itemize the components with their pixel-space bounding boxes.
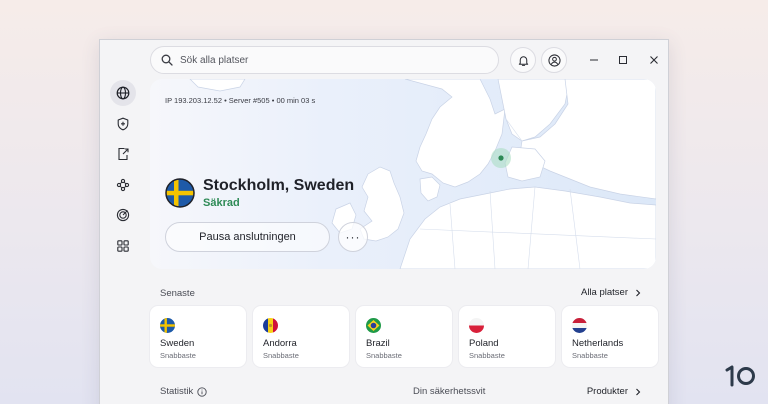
- chevron-right-icon: [636, 289, 641, 296]
- recent-location-card[interactable]: Brazil Snabbaste: [356, 306, 452, 367]
- brand-logo: [725, 365, 755, 387]
- location-name: Poland: [469, 338, 499, 349]
- radar-icon: [116, 208, 130, 222]
- sweden-flag-icon: [160, 318, 175, 333]
- sidebar-item-split-tunneling[interactable]: [110, 141, 136, 167]
- sidebar-item-threat-protection[interactable]: [110, 111, 136, 137]
- sidebar-item-meshnet[interactable]: [110, 172, 136, 198]
- account-icon: [547, 53, 561, 67]
- close-icon: [650, 56, 658, 64]
- app-window: Sök alla platser IP 193.203.12.52 • Serv…: [99, 39, 669, 404]
- connection-status: Säkrad: [203, 197, 240, 209]
- location-pin[interactable]: [498, 155, 504, 161]
- brazil-flag-icon: [366, 318, 381, 333]
- sidebar-item-dark-web-monitor[interactable]: [110, 202, 136, 228]
- all-locations-label: Alla platser: [581, 287, 628, 298]
- search-icon: [161, 54, 173, 66]
- location-subtitle: Snabbaste: [160, 351, 196, 360]
- close-button[interactable]: [646, 52, 662, 68]
- security-suite-heading: Din säkerhetssvit: [413, 386, 486, 397]
- products-link[interactable]: Produkter: [587, 386, 642, 397]
- sidebar-item-locations[interactable]: [110, 80, 136, 106]
- search-input[interactable]: Sök alla platser: [150, 46, 499, 74]
- shield-plus-icon: [117, 117, 129, 130]
- recent-location-card[interactable]: Poland Snabbaste: [459, 306, 555, 367]
- andorra-flag-icon: [263, 318, 278, 333]
- sidebar-item-apps[interactable]: [110, 233, 136, 259]
- notifications-button[interactable]: [510, 47, 536, 73]
- statistics-label: Statistik: [160, 386, 194, 397]
- statistics-heading: Statistik: [160, 386, 207, 397]
- info-icon[interactable]: [197, 386, 207, 397]
- sidebar: [110, 80, 140, 263]
- recent-location-card[interactable]: Andorra Snabbaste: [253, 306, 349, 367]
- sweden-flag-icon: [165, 178, 195, 208]
- pause-connection-button[interactable]: Pausa anslutningen: [165, 222, 330, 252]
- globe-icon: [116, 86, 130, 100]
- minimize-icon: [590, 59, 598, 61]
- location-name: Sweden: [160, 338, 195, 349]
- maximize-button[interactable]: [615, 52, 631, 68]
- file-export-icon: [118, 147, 129, 161]
- search-placeholder: Sök alla platser: [180, 54, 249, 66]
- location-subtitle: Snabbaste: [263, 351, 299, 360]
- location-subtitle: Snabbaste: [366, 351, 402, 360]
- location-subtitle: Snabbaste: [572, 351, 608, 360]
- recent-locations-list: Sweden Snabbaste Andorra Snabbaste Brazi…: [150, 306, 658, 367]
- meshnet-icon: [116, 178, 130, 191]
- location-name: Brazil: [366, 338, 390, 349]
- more-options-button[interactable]: ···: [338, 222, 368, 252]
- recent-location-card[interactable]: Netherlands Snabbaste: [562, 306, 658, 367]
- minimize-button[interactable]: [586, 52, 602, 68]
- apps-grid-icon: [117, 239, 129, 252]
- map-card: IP 193.203.12.52 • Server #505 • 00 min …: [150, 79, 656, 269]
- products-label: Produkter: [586, 386, 628, 397]
- account-button[interactable]: [541, 47, 567, 73]
- titlebar: Sök alla platser: [100, 40, 668, 80]
- bell-icon: [518, 55, 528, 66]
- location-name: Andorra: [263, 338, 297, 349]
- location-subtitle: Snabbaste: [469, 351, 505, 360]
- recent-heading: Senaste: [160, 288, 195, 299]
- connected-city: Stockholm, Sweden: [203, 177, 355, 194]
- netherlands-flag-icon: [572, 318, 587, 333]
- chevron-right-icon: [636, 388, 641, 395]
- connection-info: IP 193.203.12.52 • Server #505 • 00 min …: [165, 96, 316, 105]
- location-name: Netherlands: [572, 338, 624, 349]
- all-locations-link[interactable]: Alla platser: [581, 287, 642, 298]
- poland-flag-icon: [469, 318, 484, 333]
- recent-location-card[interactable]: Sweden Snabbaste: [150, 306, 246, 367]
- maximize-icon: [619, 56, 627, 64]
